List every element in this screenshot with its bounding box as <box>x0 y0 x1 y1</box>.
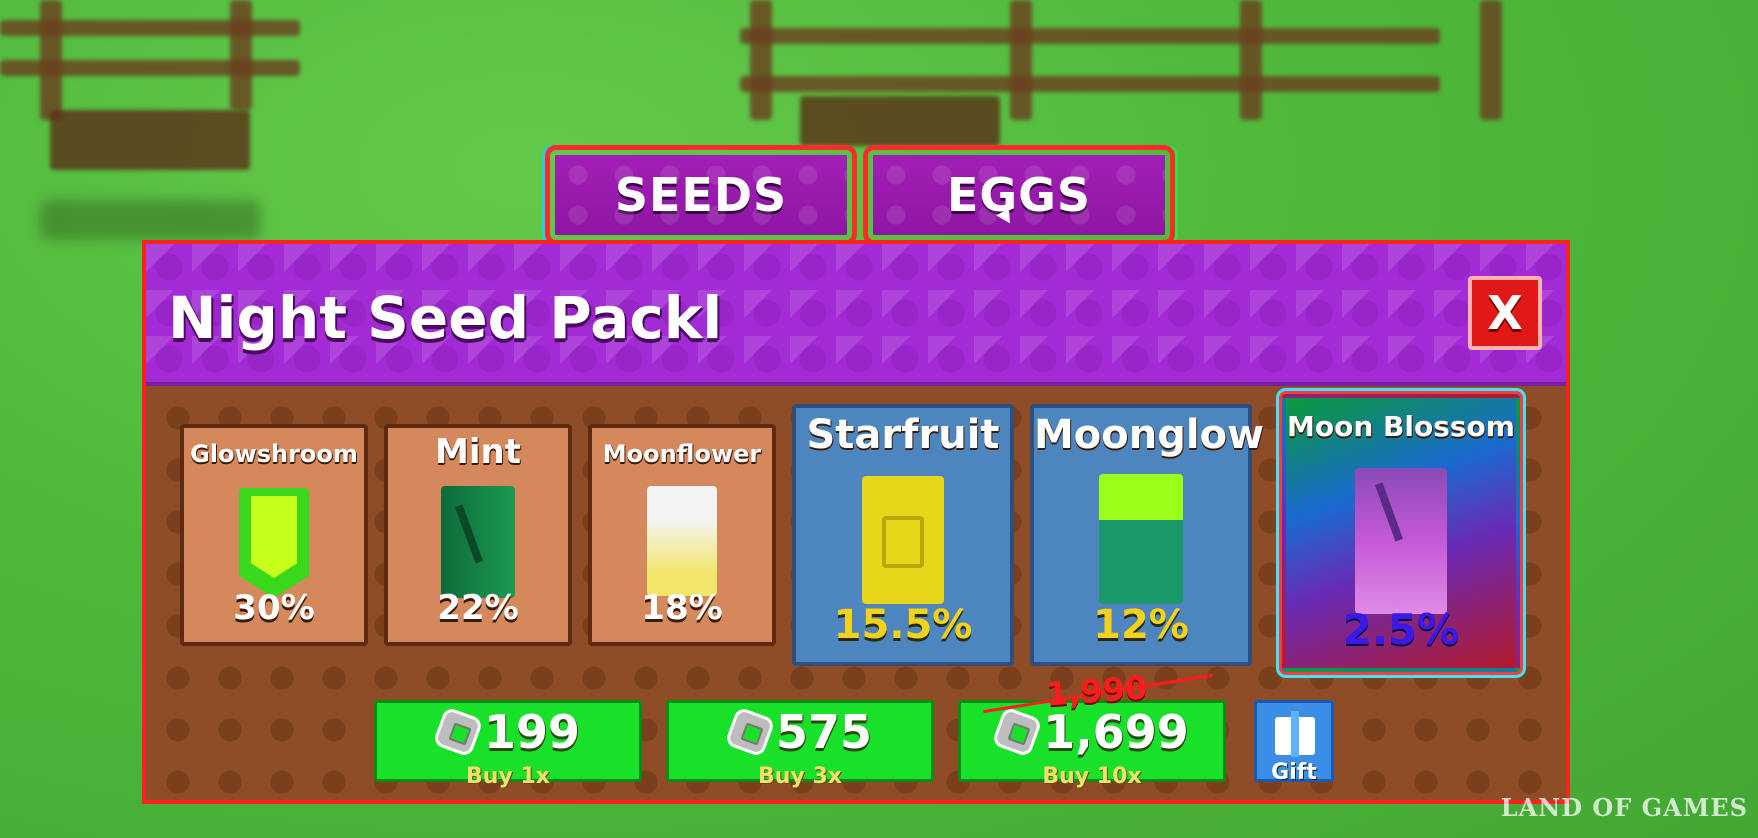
buy-10x-button[interactable]: 1,699 Buy 10x <box>958 700 1226 789</box>
close-button[interactable]: X <box>1468 276 1542 350</box>
starfruit-seed-icon <box>862 476 944 604</box>
price-display: 1,699 <box>961 705 1223 759</box>
seed-name: Moonglow <box>1034 412 1265 458</box>
seed-card-moonflower[interactable]: Moonflower 18% <box>588 424 776 646</box>
seed-chance: 2.5% <box>1342 605 1460 654</box>
robux-icon <box>995 710 1039 754</box>
close-icon: X <box>1487 286 1523 340</box>
seed-name: Starfruit <box>806 412 1000 458</box>
seed-card-moon-blossom[interactable]: Moon Blossom 2.5% <box>1282 394 1520 672</box>
seed-name: Moonflower <box>602 440 762 468</box>
buy-label: Buy 1x <box>466 764 550 789</box>
old-price: 1,990 <box>1044 668 1149 714</box>
tab-eggs[interactable]: EGGS <box>868 150 1170 240</box>
gift-ribbon <box>1291 711 1299 757</box>
price-display: 199 <box>377 705 639 759</box>
seed-chance: 22% <box>437 588 519 628</box>
panel-header: Night Seed Packl X <box>146 244 1566 386</box>
tab-eggs-label: EGGS <box>946 168 1092 222</box>
moonglow-seed-icon <box>1099 474 1183 604</box>
seed-chance: 18% <box>641 588 723 628</box>
seed-card-moonglow[interactable]: Moonglow 12% <box>1030 404 1265 666</box>
seed-name: Moon Blossom <box>1287 410 1515 443</box>
price-value: 1,699 <box>1043 705 1189 759</box>
gift-button[interactable]: Gift <box>1254 700 1334 785</box>
seed-card-glowshroom[interactable]: Glowshroom 30% <box>180 424 368 646</box>
gift-label: Gift <box>1271 760 1317 785</box>
seed-card-mint[interactable]: Mint 22% <box>384 424 572 646</box>
panel-title: Night Seed Packl <box>168 284 723 352</box>
moonflower-seed-icon <box>647 486 717 596</box>
moon-blossom-seed-icon <box>1355 468 1447 614</box>
buy-label: Buy 10x <box>1042 764 1142 789</box>
price-display: 575 <box>669 705 931 759</box>
glowshroom-seed-icon <box>239 488 309 598</box>
tab-seeds[interactable]: SEEDS <box>550 150 852 240</box>
tab-seeds-label: SEEDS <box>614 168 788 222</box>
seed-card-starfruit[interactable]: Starfruit 15.5% <box>792 404 1014 666</box>
price-value: 199 <box>483 705 581 759</box>
seed-chance: 15.5% <box>833 602 973 648</box>
price-value: 575 <box>775 705 873 759</box>
buy-3x-button[interactable]: 575 Buy 3x <box>666 700 934 789</box>
mint-seed-icon <box>441 486 515 598</box>
watermark: LAND OF GAMES <box>1500 793 1748 822</box>
robux-icon <box>728 710 772 754</box>
buy-1x-button[interactable]: 199 Buy 1x <box>374 700 642 789</box>
buy-label: Buy 3x <box>758 764 842 789</box>
seed-chance: 12% <box>1093 602 1189 648</box>
seed-name: Glowshroom <box>190 440 358 468</box>
seed-chance: 30% <box>233 588 315 628</box>
seed-name: Mint <box>435 432 521 472</box>
robux-icon <box>436 710 480 754</box>
